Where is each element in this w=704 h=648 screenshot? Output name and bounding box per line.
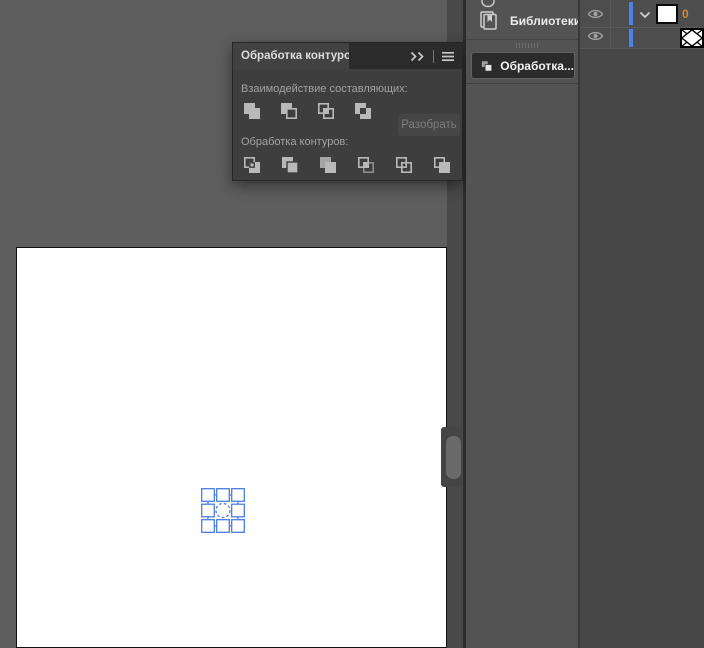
collapse-panel-icon[interactable]	[410, 51, 426, 62]
panel-menu-icon[interactable]	[441, 51, 455, 62]
layer-name: 0	[682, 7, 689, 21]
layer-selection-bar-row1	[629, 2, 633, 25]
trim-button[interactable]	[279, 154, 301, 176]
pathfinder-panel: Обработка контуров Взаимодействие состав…	[232, 42, 463, 181]
crop-button[interactable]	[355, 154, 377, 176]
expand-layer-chevron-icon[interactable]	[639, 11, 651, 19]
minus-back-button[interactable]	[431, 154, 453, 176]
selected-grid-object[interactable]	[201, 488, 245, 533]
divide-button[interactable]	[241, 154, 263, 176]
sidebar-separator-2	[466, 83, 578, 84]
pathfinders-row	[241, 154, 462, 176]
libraries-icon[interactable]	[477, 9, 500, 32]
layer-selection-bar-row2	[629, 29, 633, 47]
row-divider-1	[580, 27, 704, 28]
sidebar-item-libraries[interactable]: Библиотеки	[510, 14, 581, 28]
unite-button[interactable]	[241, 100, 263, 122]
vertical-scroll-thumb[interactable]	[446, 436, 461, 479]
exclude-button[interactable]	[352, 100, 374, 122]
pathfinder-panel-body: Взаимодействие составляющих: Разобрать О…	[233, 83, 462, 196]
app-window: Обработка контуров Взаимодействие состав…	[0, 0, 704, 648]
intersect-button[interactable]	[315, 100, 337, 122]
pathfinder-panel-header-controls	[349, 43, 462, 69]
minus-front-button[interactable]	[278, 100, 300, 122]
outline-button[interactable]	[393, 154, 415, 176]
pathfinder-panel-tab[interactable]: Обработка контуров	[233, 43, 349, 69]
panel-dock-sidebar: Библиотеки Обработка...	[466, 0, 581, 648]
sidebar-item-pathfinder[interactable]: Обработка...	[471, 52, 575, 79]
sidebar-separator	[466, 39, 578, 40]
pathfinder-panel-header: Обработка контуров	[233, 43, 462, 69]
pathfinder-dock-label: Обработка...	[500, 58, 574, 73]
artboard-page[interactable]	[16, 247, 447, 648]
layers-rows: 0	[580, 0, 704, 48]
merge-button[interactable]	[317, 154, 339, 176]
dock-drag-grip[interactable]	[516, 43, 538, 48]
shape-modes-label: Взаимодействие составляющих:	[241, 83, 408, 95]
layer-thumbnail-white[interactable]	[656, 4, 678, 24]
visibility-eye-icon-row1[interactable]	[587, 8, 604, 20]
clipped-panel-icon[interactable]	[478, 0, 498, 8]
pathfinder-dock-icon	[481, 59, 493, 72]
pathfinders-label: Обработка контуров:	[241, 136, 349, 148]
visibility-eye-icon-row2[interactable]	[587, 30, 604, 42]
eye-column-divider	[610, 0, 611, 48]
layers-panel: 0	[580, 0, 704, 648]
expand-button[interactable]: Разобрать	[398, 114, 460, 136]
header-separator	[433, 49, 434, 63]
layer-thumbnail-diamond[interactable]	[680, 28, 704, 48]
row-divider-2	[580, 48, 704, 49]
